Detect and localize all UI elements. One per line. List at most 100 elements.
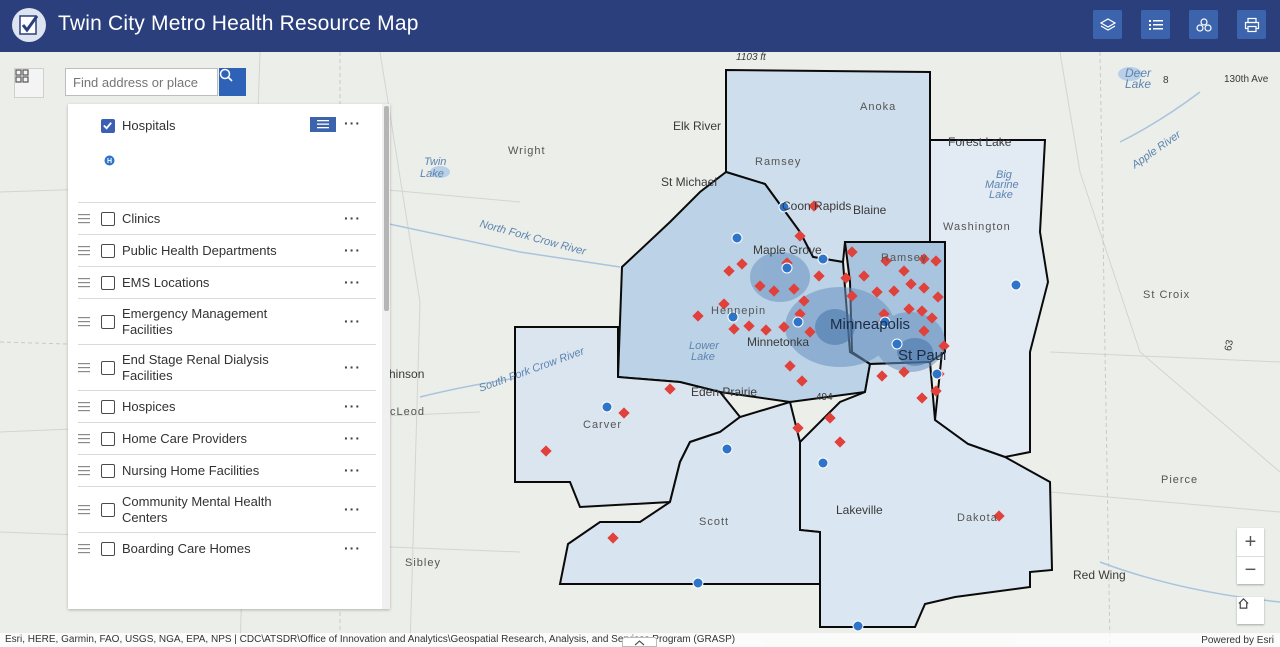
hospitals-legend-toggle[interactable]: [310, 117, 336, 132]
map-label-hwy-63: 63: [1223, 339, 1236, 352]
layer-list-scrollbar[interactable]: [382, 104, 390, 609]
layer-item-public-health: Public Health Departments ···: [78, 234, 376, 266]
basemap-button[interactable]: [1189, 10, 1218, 39]
layers-button[interactable]: [1093, 10, 1122, 39]
basemap-icon: [1195, 17, 1212, 32]
overview-toggle-button[interactable]: [14, 68, 44, 98]
legend-list-icon[interactable]: [78, 278, 90, 288]
zoom-controls: + −: [1237, 528, 1264, 584]
map-label-coon-rapids: Coon Rapids: [782, 199, 852, 213]
mental-health-checkbox[interactable]: [101, 503, 115, 517]
legend-list-icon[interactable]: [78, 317, 90, 327]
layer-item-hospices: Hospices ···: [78, 390, 376, 422]
map-label-mcleod: cLeod: [390, 406, 425, 418]
home-button[interactable]: [1237, 597, 1264, 624]
map-label-scott: Scott: [699, 516, 730, 528]
legend-list-icon[interactable]: [78, 466, 90, 476]
legend-list-icon: [317, 120, 329, 129]
nursing-home-more-options-icon[interactable]: ···: [344, 462, 361, 478]
legend-list-icon[interactable]: [78, 402, 90, 412]
layer-item-nursing-home: Nursing Home Facilities ···: [78, 454, 376, 486]
clinics-more-options-icon[interactable]: ···: [344, 210, 361, 226]
search-icon: [219, 68, 233, 82]
layer-label-emergency-management: Emergency Management Facilities: [122, 306, 268, 337]
hospitals-more-options-icon[interactable]: ···: [344, 115, 361, 131]
map-label-big-marine-3: Lake: [989, 189, 1013, 201]
emergency-management-more-options-icon[interactable]: ···: [344, 313, 361, 329]
map-label-twin-lake-1: Twin: [424, 156, 447, 168]
layer-label-boarding-care: Boarding Care Homes: [122, 541, 251, 556]
legend-list-icon[interactable]: [78, 214, 90, 224]
map-label-forest-lake: Forest Lake: [948, 135, 1012, 149]
map-label-washington: Washington: [943, 221, 1011, 233]
hospices-more-options-icon[interactable]: ···: [344, 398, 361, 414]
map-label-red-wing: Red Wing: [1073, 568, 1126, 582]
search-button[interactable]: [219, 68, 246, 96]
renal-dialysis-checkbox[interactable]: [101, 361, 115, 375]
clinics-checkbox[interactable]: [101, 212, 115, 226]
map-label-hennepin: Hennepin: [711, 305, 767, 317]
home-care-more-options-icon[interactable]: ···: [344, 430, 361, 446]
map-label-minneapolis: Minneapolis: [830, 316, 911, 333]
hospitals-checkbox[interactable]: [101, 119, 115, 133]
layer-item-ems: EMS Locations ···: [78, 266, 376, 298]
nursing-home-checkbox[interactable]: [101, 464, 115, 478]
hospices-checkbox[interactable]: [101, 400, 115, 414]
map-label-blaine: Blaine: [853, 203, 887, 217]
legend-list-icon[interactable]: [78, 363, 90, 373]
emergency-management-checkbox[interactable]: [101, 315, 115, 329]
map-view[interactable]: 1103 ft Anoka Elk River Wright Twin Lake…: [0, 52, 1280, 647]
zoom-in-button[interactable]: +: [1237, 528, 1264, 556]
map-label-lakeville: Lakeville: [836, 503, 883, 517]
legend-list-icon[interactable]: [78, 544, 90, 554]
legend-list-icon: [1148, 19, 1163, 30]
app-header: Twin City Metro Health Resource Map: [0, 0, 1280, 52]
map-label-eden-prairie: Eden Prairie: [691, 385, 758, 399]
print-icon: [1244, 17, 1259, 32]
public-health-checkbox[interactable]: [101, 244, 115, 258]
mental-health-more-options-icon[interactable]: ···: [344, 501, 361, 517]
map-label-wright: Wright: [508, 145, 546, 157]
map-label-ramsey: Ramsey: [755, 156, 802, 168]
layer-label-ems: EMS Locations: [122, 275, 210, 290]
map-label-ramsey-county: Ramsey: [881, 252, 928, 264]
layer-label-nursing-home: Nursing Home Facilities: [122, 463, 260, 478]
map-label-minnetonka: Minnetonka: [747, 335, 810, 349]
search-input[interactable]: [65, 68, 218, 96]
map-label-st-croix: St Croix: [1143, 289, 1191, 301]
hospital-symbol-icon: H: [104, 155, 115, 166]
layer-item-clinics: Clinics ···: [78, 202, 376, 234]
layer-item-renal-dialysis: End Stage Renal Dialysis Facilities ···: [78, 344, 376, 390]
boarding-care-checkbox[interactable]: [101, 542, 115, 556]
legend-list-icon[interactable]: [78, 505, 90, 515]
layer-label-renal-dialysis: End Stage Renal Dialysis Facilities: [122, 352, 269, 383]
layer-item-home-care: Home Care Providers ···: [78, 422, 376, 454]
boarding-care-more-options-icon[interactable]: ···: [344, 540, 361, 556]
map-label-maple-grove: Maple Grove: [753, 243, 822, 257]
layer-label-public-health: Public Health Departments: [122, 243, 277, 258]
renal-dialysis-more-options-icon[interactable]: ···: [344, 359, 361, 375]
ems-checkbox[interactable]: [101, 276, 115, 290]
print-button[interactable]: [1237, 10, 1266, 39]
legend-button[interactable]: [1141, 10, 1170, 39]
scroll-thumb[interactable]: [384, 106, 389, 311]
map-label-twin-lake-2: Lake: [420, 168, 444, 180]
zoom-out-button[interactable]: −: [1237, 556, 1264, 584]
legend-list-icon[interactable]: [78, 246, 90, 256]
legend-list-icon[interactable]: [78, 434, 90, 444]
map-label-hwy-8: 8: [1163, 75, 1169, 86]
home-care-checkbox[interactable]: [101, 432, 115, 446]
map-label-st-paul: St Paul: [898, 347, 947, 364]
map-label-st-michael: St Michael: [661, 175, 718, 189]
layer-item-boarding-care: Boarding Care Homes ···: [78, 532, 376, 564]
elevation-label: 1103 ft: [736, 52, 766, 63]
map-label-anoka: Anoka: [860, 101, 897, 113]
home-icon: [1238, 598, 1249, 609]
attribution-toggle-button[interactable]: [622, 637, 657, 647]
public-health-more-options-icon[interactable]: ···: [344, 242, 361, 258]
ems-more-options-icon[interactable]: ···: [344, 274, 361, 290]
map-label-carver: Carver: [583, 419, 623, 431]
layer-label-hospices: Hospices: [122, 399, 176, 414]
powered-by-esri[interactable]: Powered by Esri: [1201, 635, 1274, 646]
layers-icon: [1099, 17, 1116, 31]
